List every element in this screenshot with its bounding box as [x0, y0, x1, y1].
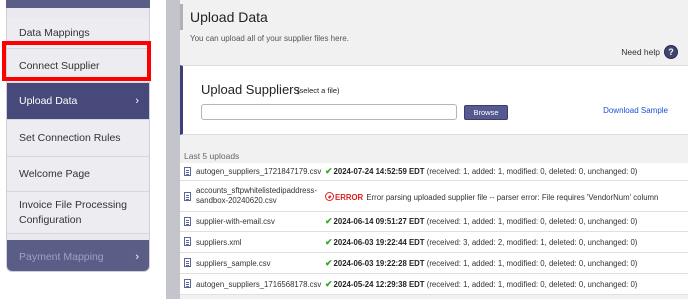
upload-row: suppliers_sample.csv ✔2024-06-03 19:22:2…: [180, 253, 688, 274]
upload-detail: (received: 1, added: 1, modified: 0, del…: [424, 258, 638, 268]
need-help-link[interactable]: Need help: [621, 47, 660, 57]
upload-detail: (received: 1, added: 1, modified: 0, del…: [424, 167, 638, 176]
sidebar-item-label: Payment Mapping: [19, 250, 104, 263]
upload-date: 2024-06-03 19:22:28 EDT: [333, 258, 425, 268]
page-title: Upload Data: [190, 9, 268, 25]
sidebar-item-welcome-page[interactable]: Welcome Page: [7, 157, 149, 192]
check-icon: ✔: [325, 278, 333, 289]
upload-row: suppliers.xml ✔2024-06-03 19:22:44 EDT (…: [180, 232, 688, 253]
highlight-annotation: [2, 41, 151, 81]
sidebar-top-strip: [6, 0, 150, 8]
upload-filename-line2: sandbox-20240620.csv: [196, 196, 277, 205]
upload-detail: (received: 1, added: 1, modified: 0, del…: [424, 279, 638, 289]
download-sample-link[interactable]: Download Sample: [603, 106, 668, 115]
upload-detail: (received: 3, added: 2, modified: 1, del…: [424, 237, 638, 247]
file-icon: [184, 192, 191, 201]
upload-filename-line1: accounts_sftpwhitelistedipaddress-: [196, 186, 317, 195]
upload-panel: Upload Suppliers (select a file) Browse …: [180, 65, 688, 135]
sidebar-item-payment-mapping[interactable]: Payment Mapping ›: [7, 240, 149, 271]
upload-date: 2024-07-24 14:52:59 EDT: [333, 167, 425, 176]
sidebar-item-set-connection-rules[interactable]: Set Connection Rules: [7, 120, 149, 157]
upload-status: ✔2024-06-03 19:22:28 EDT (received: 1, a…: [325, 258, 637, 269]
upload-row: autogen_suppliers_1716568178.csv ✔2024-0…: [180, 274, 688, 295]
chevron-right-icon: ›: [135, 95, 139, 107]
upload-filename[interactable]: supplier-with-email.csv: [196, 217, 275, 226]
sidebar-item-label: Upload Data: [19, 95, 78, 107]
upload-row: accounts_sftpwhitelistedipaddress- sandb…: [180, 181, 688, 212]
upload-filename[interactable]: autogen_suppliers_1721847179.csv: [196, 167, 321, 176]
title-divider: [180, 4, 183, 30]
upload-filename[interactable]: suppliers.xml: [196, 238, 242, 247]
chevron-right-icon: ›: [135, 250, 139, 263]
browse-button[interactable]: Browse: [464, 105, 508, 120]
upload-status: ✔2024-06-14 09:51:27 EDT (received: 1, a…: [325, 216, 637, 227]
sidebar-item-upload-data[interactable]: Upload Data ›: [7, 83, 149, 120]
file-input[interactable]: [201, 104, 457, 120]
last-uploads-label: Last 5 uploads: [184, 151, 240, 161]
check-icon: ✔: [325, 257, 333, 268]
error-icon: [325, 191, 334, 201]
file-icon: [184, 217, 191, 226]
sidebar-item-label-line2: Configuration: [19, 213, 82, 226]
upload-status: ✔2024-05-24 12:29:38 EDT (received: 1, a…: [325, 279, 637, 290]
file-icon: [184, 258, 191, 267]
upload-detail: (received: 1, added: 1, modified: 0, del…: [424, 217, 638, 226]
upload-filename[interactable]: suppliers_sample.csv: [196, 259, 271, 268]
file-icon: [184, 279, 191, 288]
sidebar-item-label: Data Mappings: [19, 27, 90, 39]
left-area: Data Mappings Connect Supplier Upload Da…: [0, 0, 166, 299]
help-icon[interactable]: ?: [664, 45, 678, 59]
sidebar-item-invoice-file-processing[interactable]: Invoice File Processing Configuration: [7, 192, 149, 234]
check-icon: ✔: [325, 166, 333, 176]
page-subtitle: You can upload all of your supplier file…: [190, 34, 349, 43]
file-icon: [184, 237, 191, 246]
upload-status: ✔2024-07-24 14:52:59 EDT (received: 1, a…: [325, 166, 637, 177]
upload-date: 2024-05-24 12:29:38 EDT: [333, 279, 425, 289]
upload-detail: Error parsing uploaded supplier file -- …: [364, 192, 659, 202]
sidebar-item-label: Invoice File Processing Configuration: [19, 198, 127, 228]
upload-date: 2024-06-03 19:22:44 EDT: [333, 237, 425, 247]
gutter: [166, 0, 180, 299]
upload-status: ERROR Error parsing uploaded supplier fi…: [325, 191, 658, 202]
upload-filename[interactable]: autogen_suppliers_1716568178.csv: [196, 280, 321, 289]
check-icon: ✔: [325, 216, 333, 226]
error-label: ERROR: [335, 192, 364, 202]
upload-title: Upload Suppliers: [201, 82, 301, 97]
main-content: Upload Data You can upload all of your s…: [180, 0, 688, 299]
check-icon: ✔: [325, 236, 333, 247]
sidebar-item-label: Set Connection Rules: [19, 132, 121, 144]
sidebar-item-label: Welcome Page: [19, 168, 91, 180]
upload-status: ✔2024-06-03 19:22:44 EDT (received: 3, a…: [325, 237, 637, 248]
sidebar-item-label-line1: Invoice File Processing: [19, 198, 127, 211]
upload-date: 2024-06-14 09:51:27 EDT: [333, 217, 425, 226]
upload-row: supplier-with-email.csv ✔2024-06-14 09:5…: [180, 212, 688, 232]
upload-hint: (select a file): [297, 86, 340, 95]
upload-filename[interactable]: accounts_sftpwhitelistedipaddress- sandb…: [196, 186, 317, 206]
file-icon: [184, 167, 191, 176]
upload-row: autogen_suppliers_1721847179.csv ✔2024-0…: [180, 163, 688, 181]
